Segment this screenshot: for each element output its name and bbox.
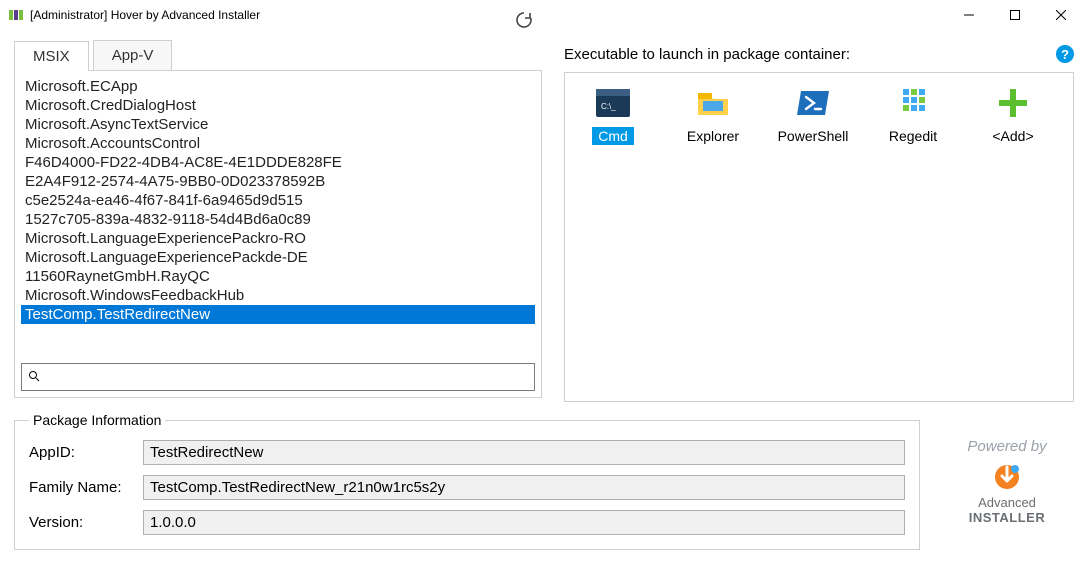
close-button[interactable] — [1038, 0, 1084, 30]
list-item[interactable]: E2A4F912-2574-4A75-9BB0-0D023378592B — [21, 172, 535, 191]
powered-by-text: Powered by — [967, 438, 1046, 455]
launcher-regedit[interactable]: Regedit — [873, 83, 953, 145]
package-list-panel: MSIX App-V Microsoft.ECAppMicrosoft.Cred… — [14, 40, 542, 402]
appid-value: TestRedirectNew — [143, 440, 905, 465]
launcher-cmd[interactable]: C:\_ Cmd — [573, 83, 653, 145]
package-listbox[interactable]: Microsoft.ECAppMicrosoft.CredDialogHostM… — [21, 77, 535, 355]
package-info-fieldset: Package Information AppID: TestRedirectN… — [14, 412, 920, 550]
version-label: Version: — [29, 514, 143, 531]
list-item[interactable]: Microsoft.CredDialogHost — [21, 96, 535, 115]
launcher-powershell-label: PowerShell — [772, 127, 855, 145]
list-item[interactable]: 11560RaynetGmbH.RayQC — [21, 267, 535, 286]
title-bar: [Administrator] Hover by Advanced Instal… — [0, 0, 1086, 30]
maximize-button[interactable] — [992, 0, 1038, 30]
powered-by[interactable]: Powered by Advanced INSTALLER — [940, 412, 1074, 550]
powershell-icon — [793, 83, 833, 123]
add-icon — [993, 83, 1033, 123]
search-input[interactable] — [44, 369, 528, 385]
launcher-explorer[interactable]: Explorer — [673, 83, 753, 145]
list-item[interactable]: TestComp.TestRedirectNew — [21, 305, 535, 324]
list-item[interactable]: Microsoft.WindowsFeedbackHub — [21, 286, 535, 305]
regedit-icon — [893, 83, 933, 123]
list-item[interactable]: c5e2524a-ea46-4f67-841f-6a9465d9d515 — [21, 191, 535, 210]
explorer-icon — [693, 83, 733, 123]
launcher-explorer-label: Explorer — [681, 127, 745, 145]
tab-msix[interactable]: MSIX — [14, 41, 89, 71]
launcher-add[interactable]: <Add> — [973, 83, 1053, 145]
list-item[interactable]: 1527c705-839a-4832-9118-54d4Bd6a0c89 — [21, 210, 535, 229]
window-title: [Administrator] Hover by Advanced Instal… — [30, 8, 946, 22]
list-item[interactable]: Microsoft.ECApp — [21, 77, 535, 96]
executable-header: Executable to launch in package containe… — [564, 46, 850, 63]
svg-text:C:\_: C:\_ — [601, 102, 616, 111]
appid-label: AppID: — [29, 444, 143, 461]
list-item[interactable]: F46D4000-FD22-4DB4-AC8E-4E1DDDE828FE — [21, 153, 535, 172]
advanced-installer-logo: Advanced INSTALLER — [969, 459, 1045, 525]
launcher-powershell[interactable]: PowerShell — [773, 83, 853, 145]
executable-panel: Executable to launch in package containe… — [564, 40, 1074, 402]
minimize-button[interactable] — [946, 0, 992, 30]
list-item[interactable]: Microsoft.LanguageExperiencePackde-DE — [21, 248, 535, 267]
app-icon — [8, 7, 24, 23]
list-item[interactable]: Microsoft.AccountsControl — [21, 134, 535, 153]
list-item[interactable]: Microsoft.AsyncTextService — [21, 115, 535, 134]
help-icon[interactable]: ? — [1056, 45, 1074, 63]
family-name-label: Family Name: — [29, 479, 143, 496]
cmd-icon: C:\_ — [593, 83, 633, 123]
tab-appv[interactable]: App-V — [93, 40, 173, 70]
list-item[interactable]: Microsoft.LanguageExperiencePackro-RO — [21, 229, 535, 248]
package-info-legend: Package Information — [29, 412, 165, 428]
refresh-icon[interactable] — [514, 10, 534, 30]
search-icon — [28, 370, 40, 385]
launcher-regedit-label: Regedit — [883, 127, 943, 145]
window-controls — [946, 0, 1084, 30]
family-name-value: TestComp.TestRedirectNew_r21n0w1rc5s2y — [143, 475, 905, 500]
search-box[interactable] — [21, 363, 535, 391]
version-value: 1.0.0.0 — [143, 510, 905, 535]
launcher-cmd-label: Cmd — [592, 127, 634, 145]
launcher-add-label: <Add> — [986, 127, 1039, 145]
